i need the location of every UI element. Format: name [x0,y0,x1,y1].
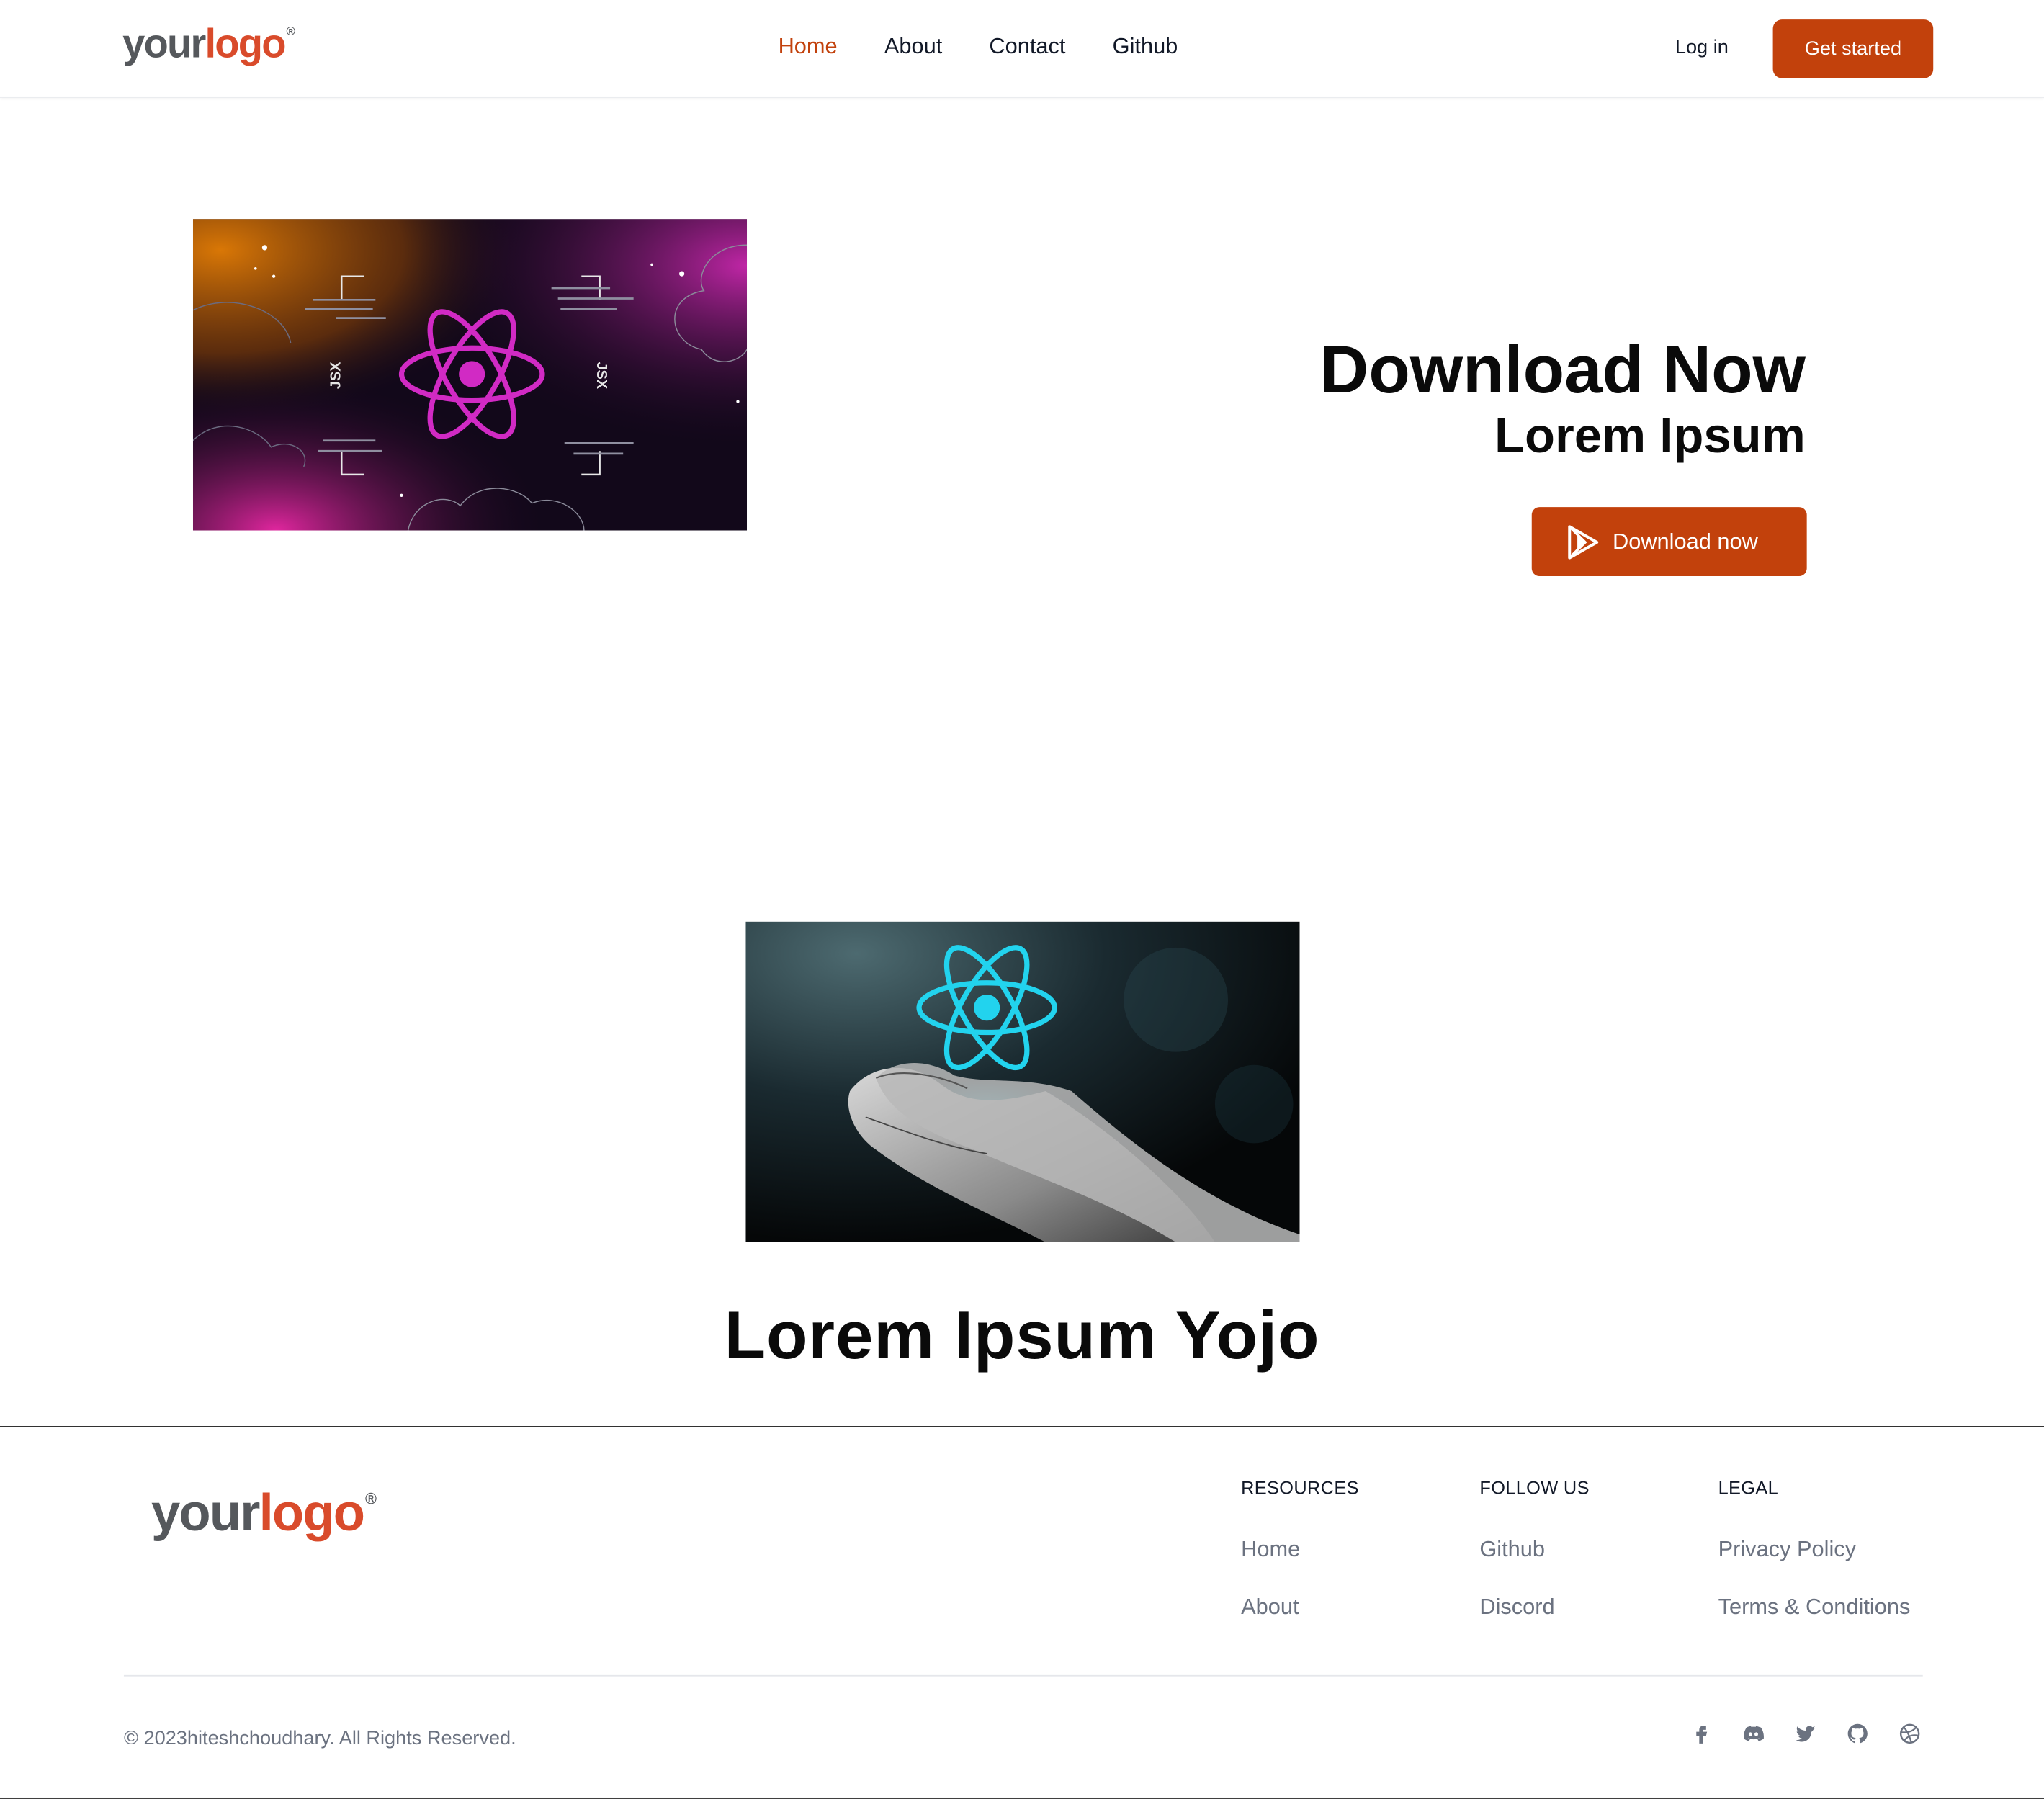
section-title: Lorem Ipsum Yojo [724,1298,1320,1374]
play-store-icon [1566,524,1600,559]
footer-link-github[interactable]: Github [1479,1537,1590,1563]
download-now-button[interactable]: Download now [1531,507,1807,577]
site-header: yourlogo ® Home About Contact Github Log … [0,0,2044,98]
footer-column-legal: LEGAL Privacy Policy Terms & Conditions [1718,1477,1911,1652]
nav-about[interactable]: About [884,34,942,60]
copyright-text: © 2023hiteshchoudhary. All Rights Reserv… [123,1727,516,1750]
hero-title: Download Now [1319,332,1806,408]
social-links [1690,1722,1922,1746]
footer-link-terms[interactable]: Terms & Conditions [1718,1594,1911,1620]
jsx-label-right: JSX [593,362,609,389]
dribbble-icon[interactable] [1898,1722,1922,1746]
hero-subtitle: Lorem Ipsum [1494,409,1806,465]
twitter-icon[interactable] [1794,1722,1818,1746]
main-nav: Home About Contact Github [779,34,1178,60]
page: yourlogo ® Home About Contact Github Log … [0,0,2044,1799]
footer-logo[interactable]: yourlogo ® [151,1485,377,1543]
hero-heading: Download Now Lorem Ipsum [1319,336,1805,462]
nav-home[interactable]: Home [779,34,838,60]
discord-icon[interactable] [1742,1722,1765,1746]
footer-link-privacy-policy[interactable]: Privacy Policy [1718,1537,1911,1563]
login-link[interactable]: Log in [1675,37,1729,59]
footer-link-about[interactable]: About [1241,1594,1359,1620]
get-started-label: Get started [1804,37,1902,60]
github-icon[interactable] [1846,1722,1870,1746]
footer-column-resources: RESOURCES Home About [1241,1477,1359,1652]
footer-heading-follow-us: FOLLOW US [1479,1476,1590,1498]
footer-column-follow-us: FOLLOW US Github Discord [1479,1477,1590,1652]
footer-link-home[interactable]: Home [1241,1537,1359,1563]
site-footer: yourlogo ® RESOURCES Home About FOLLOW US… [0,1426,2044,1799]
footer-divider [123,1674,1923,1677]
facebook-icon[interactable] [1690,1722,1713,1746]
get-started-button[interactable]: Get started [1772,19,1934,78]
footer-link-discord[interactable]: Discord [1479,1594,1590,1620]
nav-contact[interactable]: Contact [989,34,1065,60]
react-hands-image [745,921,1300,1242]
footer-heading-resources: RESOURCES [1241,1476,1359,1498]
footer-heading-legal: LEGAL [1718,1476,1779,1498]
download-now-label: Download now [1612,528,1758,554]
header-logo[interactable]: yourlogo ® [122,21,295,68]
jsx-label-left: JSX [328,362,344,389]
hero-image: JSX JSX [192,219,748,531]
nav-github[interactable]: Github [1113,34,1178,60]
